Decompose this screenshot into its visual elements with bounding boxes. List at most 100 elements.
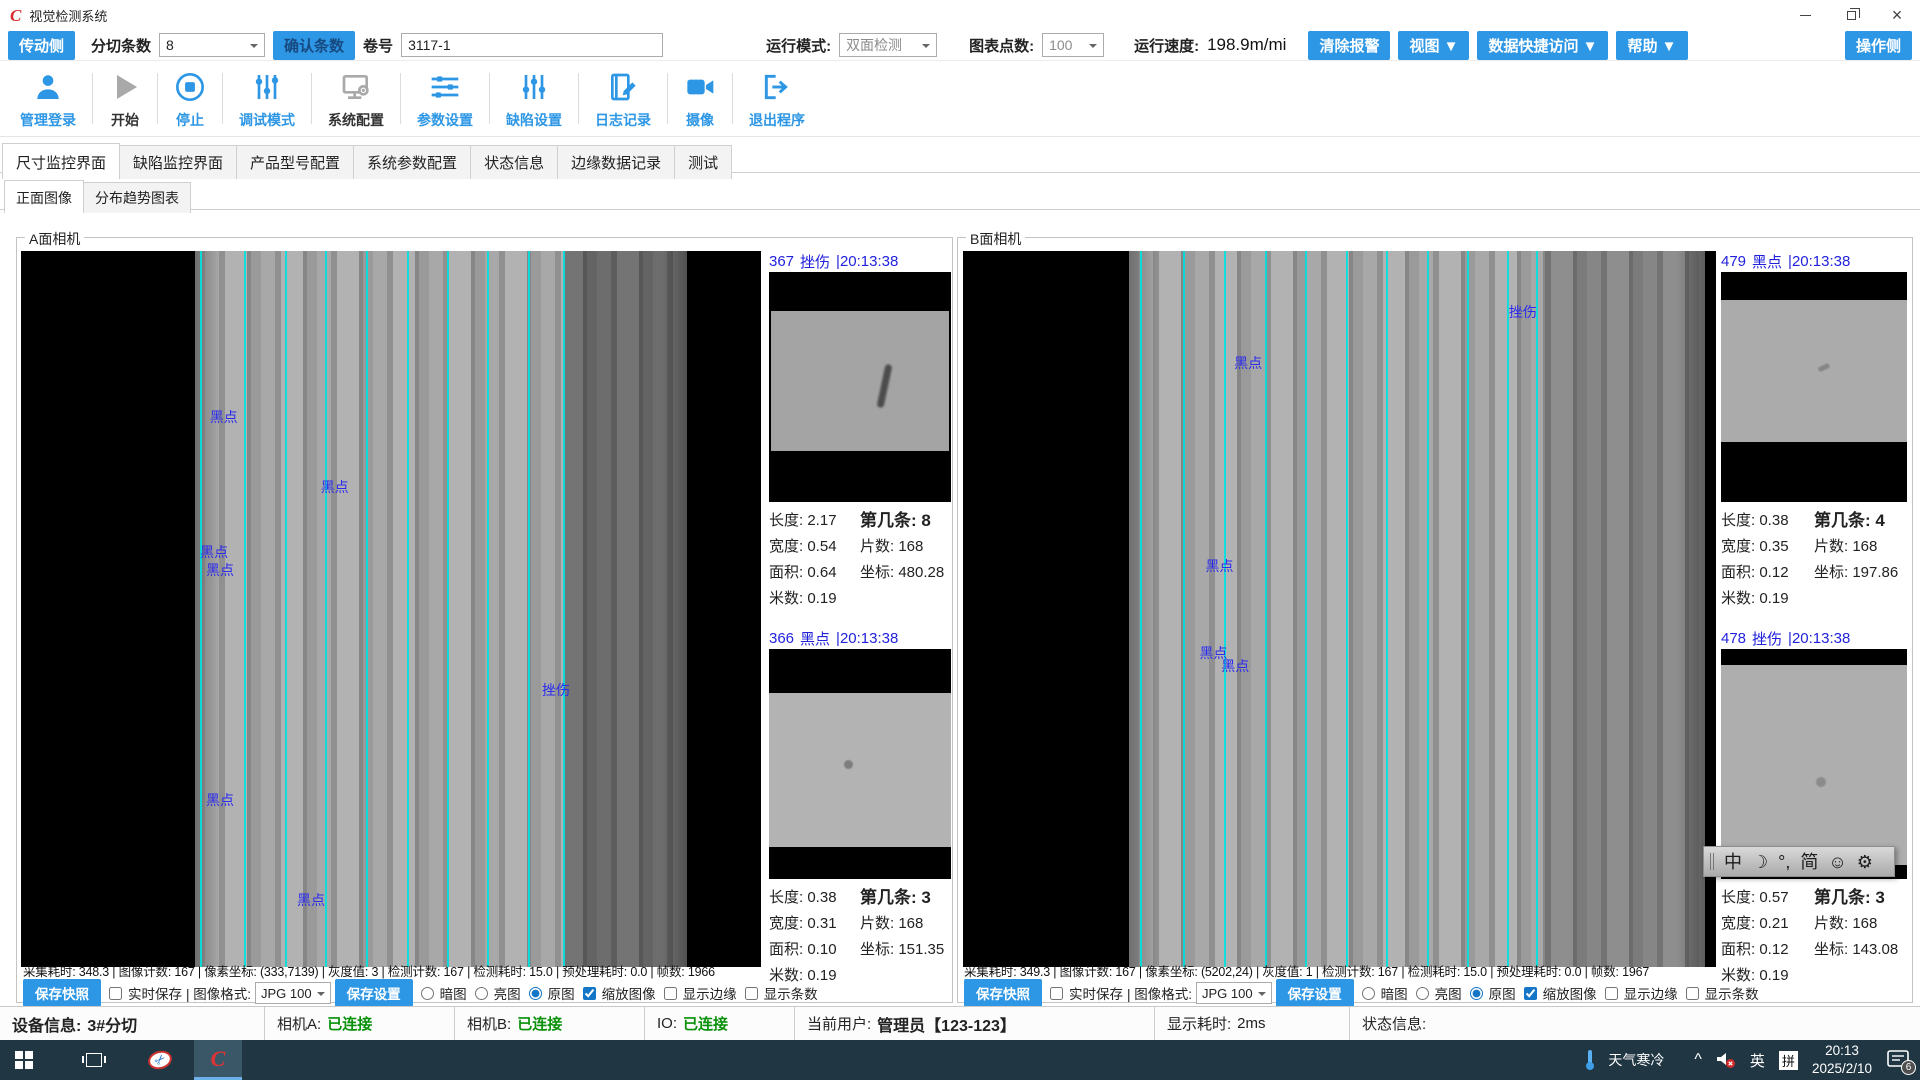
chart-points-select[interactable]: 100	[1042, 33, 1104, 57]
defect-card[interactable]: 479 黑点 |20:13:38 长度: 0.38 宽度: 0.35 面积: 0…	[1721, 251, 1907, 612]
defect-type: 挫伤	[1752, 628, 1782, 649]
image-format-select[interactable]: JPG 100	[255, 982, 331, 1004]
subtab-trend-chart[interactable]: 分布趋势图表	[83, 182, 191, 213]
weather-text[interactable]: 天气寒冷	[1608, 1050, 1664, 1070]
zoom-image-checkbox[interactable]	[583, 986, 596, 1001]
minimize-button[interactable]	[1782, 0, 1828, 30]
ribbon-item-defect-settings[interactable]: 缺陷设置	[490, 61, 578, 136]
task-view-button[interactable]	[70, 1040, 118, 1080]
start-button[interactable]	[0, 1040, 48, 1080]
ribbon-item-params-settings[interactable]: 参数设置	[401, 61, 489, 136]
stat-label: 米数:	[769, 967, 803, 984]
ime-language-bar[interactable]: 中 ☽ °, 简 ☺ ⚙	[1703, 846, 1895, 877]
roll-number-input[interactable]	[401, 33, 663, 57]
defect-card[interactable]: 367 挫伤 |20:13:38 长度: 2.17 宽度: 0.54 面积: 0…	[769, 251, 951, 612]
ime-mode-indicator[interactable]: 拼	[1779, 1051, 1798, 1070]
bright-image-radio[interactable]	[1416, 986, 1429, 1001]
tab-defect-monitor[interactable]: 缺陷监控界面	[119, 145, 237, 179]
tab-edge-data-record[interactable]: 边缘数据记录	[557, 145, 675, 179]
camera-a-image[interactable]: 黑点黑点黑点黑点挫伤黑点黑点	[21, 251, 761, 967]
emoji-panel-icon[interactable]: ☺	[1828, 853, 1846, 871]
ime-settings-gear-icon[interactable]: ⚙	[1857, 853, 1873, 871]
zoom-image-label: 缩放图像	[1543, 983, 1597, 1003]
tab-system-params-config[interactable]: 系统参数配置	[353, 145, 471, 179]
confirm-count-button[interactable]: 确认条数	[273, 31, 355, 60]
slit-count-select[interactable]: 8	[159, 33, 265, 57]
hidden-icons-button[interactable]: ^	[1694, 1051, 1702, 1069]
moon-fullhalf-width-icon[interactable]: ☽	[1752, 853, 1768, 871]
defect-sliders-icon	[518, 67, 550, 107]
ribbon-item-system-config[interactable]: 系统配置	[312, 61, 400, 136]
realtime-save-checkbox[interactable]	[1050, 986, 1063, 1001]
tab-product-model-config[interactable]: 产品型号配置	[236, 145, 354, 179]
defect-card[interactable]: 366 黑点 |20:13:38 长度: 0.38 宽度: 0.31 面积: 0…	[769, 628, 951, 989]
image-format-select[interactable]: JPG 100	[1196, 982, 1272, 1004]
strip-boundary-line	[1140, 251, 1142, 967]
zoom-image-checkbox[interactable]	[1524, 986, 1537, 1001]
original-image-radio[interactable]	[1470, 986, 1483, 1001]
stat-value: 151.35	[898, 941, 944, 958]
tab-status-info[interactable]: 状态信息	[470, 145, 558, 179]
drag-handle-icon[interactable]	[1710, 853, 1714, 870]
notification-center-button[interactable]: 6	[1886, 1049, 1910, 1071]
ribbon-item-log-record[interactable]: 日志记录	[579, 61, 667, 136]
camera-b-title: B面相机	[966, 229, 1025, 249]
original-image-radio[interactable]	[529, 986, 542, 1001]
defect-card[interactable]: 478 挫伤 |20:13:38 长度: 0.57 宽度: 0.21 面积: 0…	[1721, 628, 1907, 989]
tab-test[interactable]: 测试	[674, 145, 732, 179]
bright-image-radio[interactable]	[475, 986, 488, 1001]
ribbon-item-start[interactable]: 开始	[93, 61, 157, 136]
minimize-icon	[1800, 15, 1811, 16]
ribbon-label: 日志记录	[595, 110, 651, 130]
show-strips-checkbox[interactable]	[1686, 986, 1699, 1001]
subtab-front-image[interactable]: 正面图像	[4, 180, 84, 213]
drive-side-button[interactable]: 传动侧	[8, 31, 75, 60]
show-edge-checkbox[interactable]	[664, 986, 677, 1001]
close-button[interactable]: ×	[1874, 0, 1920, 30]
defect-id: 479	[1721, 253, 1746, 270]
ribbon-item-stop[interactable]: 停止	[158, 61, 222, 136]
camera-b-image[interactable]: 黑点挫伤黑点黑点黑点	[963, 251, 1716, 967]
show-strips-checkbox[interactable]	[745, 986, 758, 1001]
clock[interactable]: 20:13 2025/2/10	[1812, 1042, 1872, 1077]
data-quick-access-menu-button[interactable]: 数据快捷访问 ▼	[1477, 31, 1608, 60]
restore-button[interactable]	[1828, 0, 1874, 30]
icon-ribbon: 管理登录 开始 停止 调试模式 系统配置 参数设置 缺陷设置 日志记录 摄像	[0, 61, 1920, 137]
defect-card-header: 366 黑点 |20:13:38	[769, 628, 951, 649]
dark-image-radio[interactable]	[421, 986, 434, 1001]
ribbon-item-camera[interactable]: 摄像	[668, 61, 732, 136]
chart-points-value: 100	[1049, 37, 1072, 53]
defect-id: 478	[1721, 630, 1746, 647]
strip-boundary-line	[366, 251, 368, 967]
language-indicator[interactable]: 英	[1750, 1050, 1765, 1071]
camera-b-conn-segment: 相机B: 已连接	[455, 1007, 645, 1040]
defect-mark	[844, 760, 853, 769]
dark-image-radio[interactable]	[1362, 986, 1375, 1001]
ribbon-item-debug-mode[interactable]: 调试模式	[223, 61, 311, 136]
show-edge-checkbox[interactable]	[1605, 986, 1618, 1001]
ribbon-item-exit-program[interactable]: 退出程序	[733, 61, 821, 136]
clear-alarm-button[interactable]: 清除报警	[1308, 31, 1390, 60]
stat-label: 第几条:	[860, 511, 917, 530]
save-settings-button[interactable]: 保存设置	[1276, 979, 1354, 1007]
save-snapshot-button[interactable]: 保存快照	[23, 979, 101, 1007]
operate-side-button[interactable]: 操作侧	[1845, 31, 1912, 60]
tab-size-monitor[interactable]: 尺寸监控界面	[2, 143, 120, 179]
volume-muted-button[interactable]	[1716, 1051, 1736, 1069]
original-image-label: 原图	[1489, 983, 1516, 1003]
help-menu-button[interactable]: 帮助 ▼	[1616, 31, 1687, 60]
ime-chinese-mode-button[interactable]: 中	[1724, 853, 1742, 871]
punctuation-mode-icon[interactable]: °,	[1778, 853, 1790, 871]
active-app-taskbar-button[interactable]: C	[194, 1040, 242, 1080]
save-settings-button[interactable]: 保存设置	[335, 979, 413, 1007]
defect-overlay-label: 黑点	[1234, 353, 1262, 373]
realtime-save-checkbox[interactable]	[109, 986, 122, 1001]
run-mode-select[interactable]: 双面检测	[839, 33, 937, 57]
simplified-chinese-button[interactable]: 简	[1800, 853, 1818, 871]
stat-value: 3	[921, 888, 930, 907]
snipping-tool-button[interactable]: ✂	[136, 1040, 184, 1080]
camera-b-defect-cards: 479 黑点 |20:13:38 长度: 0.38 宽度: 0.35 面积: 0…	[1721, 251, 1907, 1005]
save-snapshot-button[interactable]: 保存快照	[964, 979, 1042, 1007]
ribbon-item-admin-login[interactable]: 管理登录	[4, 61, 92, 136]
view-menu-button[interactable]: 视图 ▼	[1398, 31, 1469, 60]
